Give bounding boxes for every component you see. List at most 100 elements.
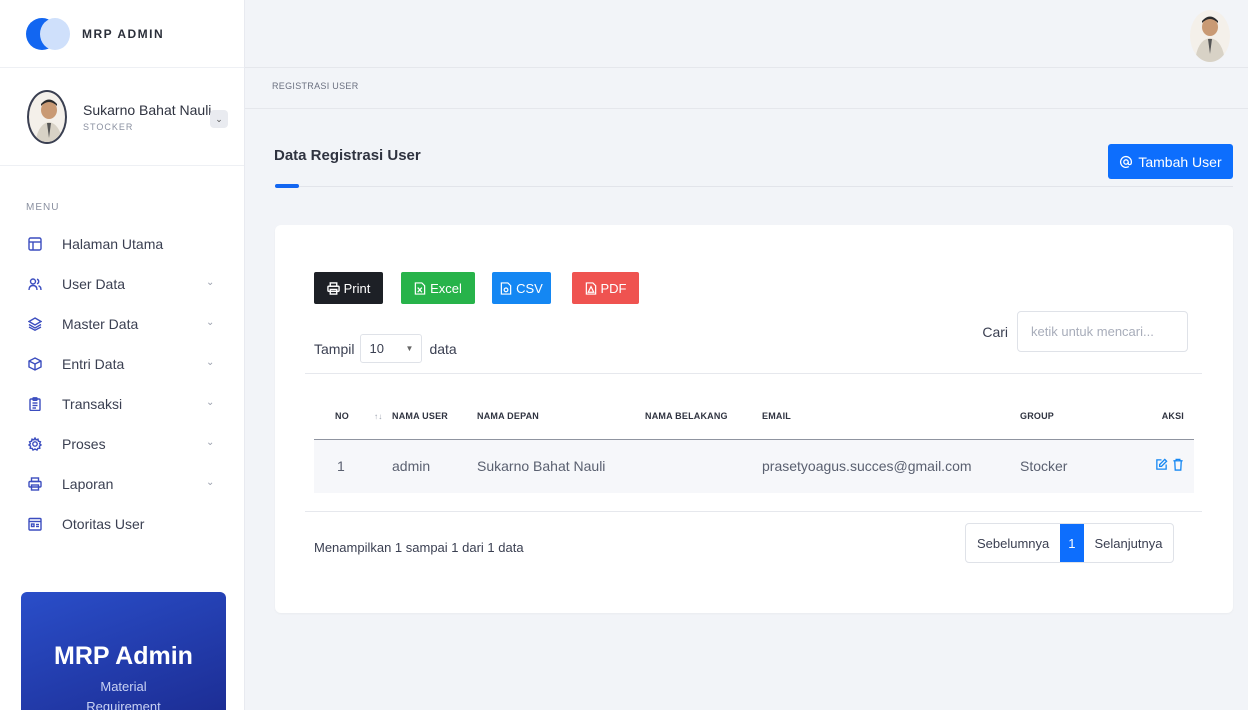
logo-icon xyxy=(26,17,70,50)
search-label: Cari xyxy=(982,323,1008,340)
edit-icon[interactable] xyxy=(1155,458,1172,475)
printer-icon xyxy=(326,281,340,295)
table-info: Menampilkan 1 sampai 1 dari 1 data xyxy=(314,540,524,555)
chevron-down-icon: ⌄ xyxy=(206,397,215,408)
page-length-control: Tampil 10 ▼ data xyxy=(314,334,457,363)
column-header[interactable]: NAMA BELAKANG xyxy=(645,393,762,440)
avatar xyxy=(27,89,67,144)
column-header[interactable]: NAMA USER xyxy=(392,393,477,440)
divider xyxy=(245,108,1248,109)
breadcrumb: REGISTRASI USER xyxy=(272,81,359,91)
sidebar: MRP ADMIN Sukarno Bahat Nauli STOCKER ⌄ … xyxy=(0,0,245,710)
print-label: Print xyxy=(343,280,371,296)
promo-card: MRP Admin Material Requirement xyxy=(21,592,226,710)
sidebar-item-user-data[interactable]: User Data ⌄ xyxy=(0,264,244,304)
page-length-select[interactable]: 10 ▼ xyxy=(360,334,423,363)
cell-group: Stocker xyxy=(1020,439,1107,493)
chevron-down-icon: ⌄ xyxy=(206,277,215,288)
layout-icon xyxy=(28,237,42,251)
cell-actions xyxy=(1107,439,1194,493)
chevron-down-icon: ⌄ xyxy=(206,357,215,368)
sidebar-item-laporan[interactable]: Laporan ⌄ xyxy=(0,464,244,504)
page-1-button[interactable]: 1 xyxy=(1060,524,1084,562)
sidebar-item-master-data[interactable]: Master Data ⌄ xyxy=(0,304,244,344)
length-suffix: data xyxy=(429,340,457,357)
pdf-file-icon xyxy=(585,281,596,295)
divider xyxy=(275,186,1233,187)
sidebar-item-halaman-utama[interactable]: Halaman Utama xyxy=(0,224,244,264)
sidebar-item-label: Laporan xyxy=(62,476,114,492)
sidebar-item-otoritas-user[interactable]: Otoritas User xyxy=(0,504,244,544)
cell-nama-belakang xyxy=(645,439,762,493)
search-input[interactable] xyxy=(1017,311,1188,352)
column-header[interactable]: NO xyxy=(314,393,374,440)
promo-subtitle-line: Material xyxy=(100,679,147,694)
sidebar-item-label: Proses xyxy=(62,436,106,452)
search-control: Cari xyxy=(982,311,1188,352)
length-prefix: Tampil xyxy=(314,340,355,357)
sidebar-item-entri-data[interactable]: Entri Data ⌄ xyxy=(0,344,244,384)
user-table: NO ↑↓ NAMA USER NAMA DEPAN NAMA BELAKANG… xyxy=(314,393,1194,493)
promo-subtitle: Material Requirement xyxy=(21,677,226,710)
layers-icon xyxy=(28,317,42,331)
gear-icon xyxy=(28,437,42,451)
topbar xyxy=(245,0,1248,68)
column-header: AKSI xyxy=(1107,393,1194,440)
table-row: 1 admin Sukarno Bahat Nauli prasetyoagus… xyxy=(314,439,1194,493)
cell-spacer xyxy=(374,439,392,493)
column-header[interactable]: GROUP xyxy=(1020,393,1107,440)
divider xyxy=(305,373,1202,374)
sidebar-item-proses[interactable]: Proses ⌄ xyxy=(0,424,244,464)
user-role: STOCKER xyxy=(83,121,134,132)
sidebar-item-label: Master Data xyxy=(62,316,139,332)
chevron-down-icon: ⌄ xyxy=(206,477,215,488)
next-page-button[interactable]: Selanjutnya xyxy=(1084,524,1174,562)
sidebar-item-label: Entri Data xyxy=(62,356,125,372)
page-title: Data Registrasi User xyxy=(274,147,421,164)
at-icon xyxy=(1120,155,1133,168)
print-button[interactable]: Print xyxy=(314,272,383,304)
user-name: Sukarno Bahat Nauli xyxy=(83,101,212,118)
brand[interactable]: MRP ADMIN xyxy=(0,0,244,68)
sidebar-menu: Halaman Utama User Data ⌄ Master Data ⌄ … xyxy=(0,224,244,544)
excel-button[interactable]: Excel xyxy=(401,272,475,304)
csv-button[interactable]: CSV xyxy=(492,272,551,304)
avatar[interactable] xyxy=(1190,10,1230,62)
add-user-label: Tambah User xyxy=(1138,153,1222,170)
column-header[interactable]: NAMA DEPAN xyxy=(477,393,645,440)
sidebar-item-label: Otoritas User xyxy=(62,516,145,532)
promo-title: MRP Admin xyxy=(54,642,193,670)
caret-down-icon: ▼ xyxy=(405,344,414,353)
sort-icon[interactable]: ↑↓ xyxy=(374,393,392,440)
pagination: Sebelumnya 1 Selanjutnya xyxy=(965,523,1175,563)
pdf-button[interactable]: PDF xyxy=(572,272,639,304)
calendar-icon xyxy=(28,517,42,531)
data-card: Print Excel CSV PDF Tampil 10 ▼ data Car… xyxy=(275,225,1233,613)
sidebar-item-label: Halaman Utama xyxy=(62,236,164,252)
printer-icon xyxy=(28,477,42,491)
clipboard-icon xyxy=(28,397,42,411)
cell-nama-user: admin xyxy=(392,439,477,493)
chevron-down-icon[interactable]: ⌄ xyxy=(210,110,228,128)
csv-file-icon xyxy=(500,281,512,295)
table-header-row: NO ↑↓ NAMA USER NAMA DEPAN NAMA BELAKANG… xyxy=(314,393,1194,440)
column-header[interactable]: EMAIL xyxy=(762,393,1020,440)
chevron-down-icon: ⌄ xyxy=(206,317,215,328)
title-accent xyxy=(275,184,299,188)
divider xyxy=(305,511,1202,512)
chevron-down-icon: ⌄ xyxy=(206,437,215,448)
cell-no: 1 xyxy=(314,439,374,493)
trash-icon[interactable] xyxy=(1172,458,1184,475)
sidebar-item-label: Transaksi xyxy=(62,396,123,412)
cell-nama-depan: Sukarno Bahat Nauli xyxy=(477,439,645,493)
sidebar-item-transaksi[interactable]: Transaksi ⌄ xyxy=(0,384,244,424)
prev-page-button[interactable]: Sebelumnya xyxy=(966,524,1060,562)
menu-heading: MENU xyxy=(26,202,60,213)
promo-subtitle-line: Requirement xyxy=(86,699,161,710)
pdf-label: PDF xyxy=(600,280,627,296)
brand-name: MRP ADMIN xyxy=(82,26,165,41)
excel-label: Excel xyxy=(430,280,462,296)
cell-email: prasetyoagus.succes@gmail.com xyxy=(762,439,1020,493)
add-user-button[interactable]: Tambah User xyxy=(1108,144,1233,179)
page-length-value: 10 xyxy=(369,341,384,356)
